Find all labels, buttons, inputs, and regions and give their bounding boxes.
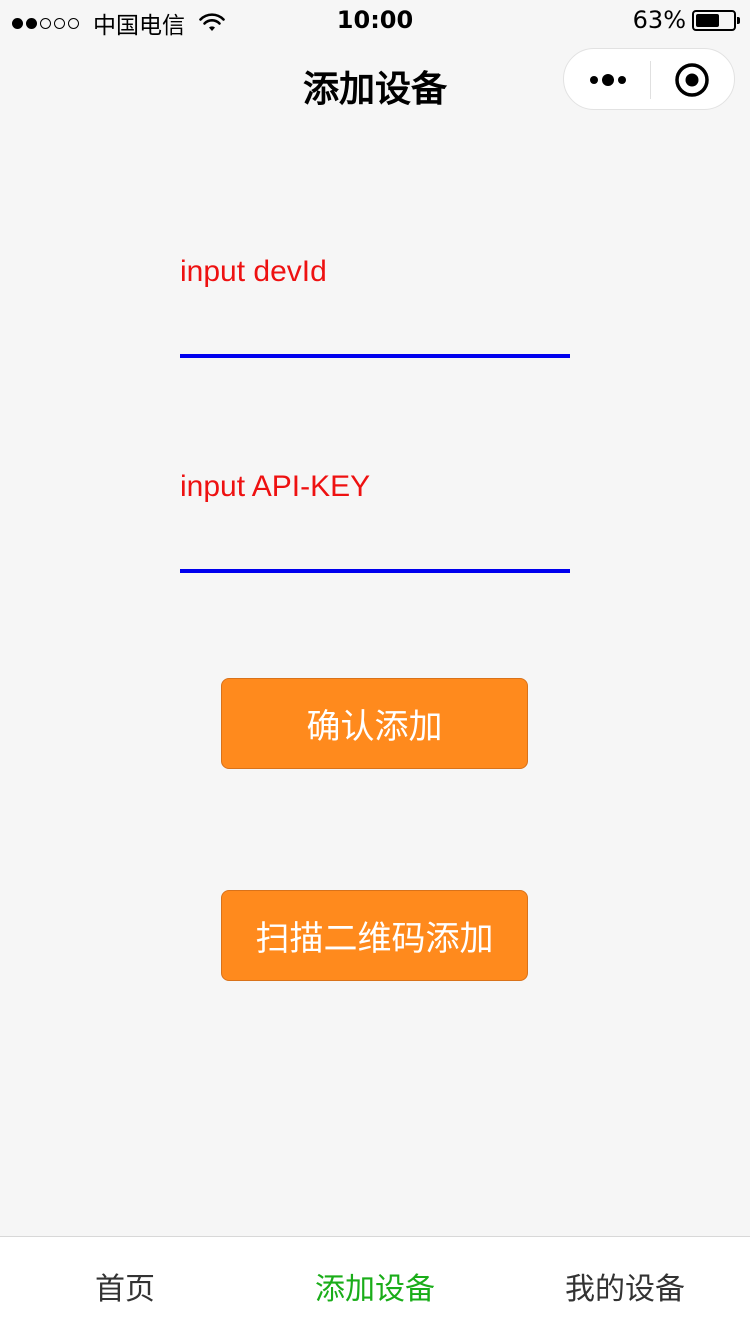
scan-qr-add-button[interactable]: 扫描二维码添加 xyxy=(221,890,528,981)
screen: 中国电信 10:00 63% 添加设备 input devId input AP… xyxy=(0,0,750,1334)
confirm-add-button[interactable]: 确认添加 xyxy=(221,678,528,769)
devid-input[interactable] xyxy=(180,294,570,358)
close-circle-icon[interactable] xyxy=(674,62,710,98)
api-key-input[interactable] xyxy=(180,509,570,573)
battery-icon xyxy=(692,9,740,31)
api-key-label: input API-KEY xyxy=(180,470,371,503)
api-key-field-group: input API-KEY xyxy=(180,465,570,573)
capsule-divider xyxy=(650,61,651,99)
more-dots-icon xyxy=(590,74,626,86)
tab-add-device[interactable]: 添加设备 xyxy=(250,1237,500,1334)
devid-field-group: input devId xyxy=(180,250,570,358)
status-right: 63% xyxy=(632,6,740,34)
tab-my-devices[interactable]: 我的设备 xyxy=(500,1237,750,1334)
more-icon[interactable] xyxy=(586,67,630,93)
battery-cap xyxy=(737,16,740,24)
battery-percent: 63% xyxy=(632,6,686,34)
nav-bar: 添加设备 xyxy=(0,40,750,128)
battery-fill xyxy=(696,13,719,27)
tab-bar: 首页 添加设备 我的设备 xyxy=(0,1236,750,1334)
status-bar: 中国电信 10:00 63% xyxy=(0,0,750,40)
tab-home[interactable]: 首页 xyxy=(0,1237,250,1334)
menu-capsule xyxy=(563,48,735,110)
devid-label: input devId xyxy=(180,255,327,288)
